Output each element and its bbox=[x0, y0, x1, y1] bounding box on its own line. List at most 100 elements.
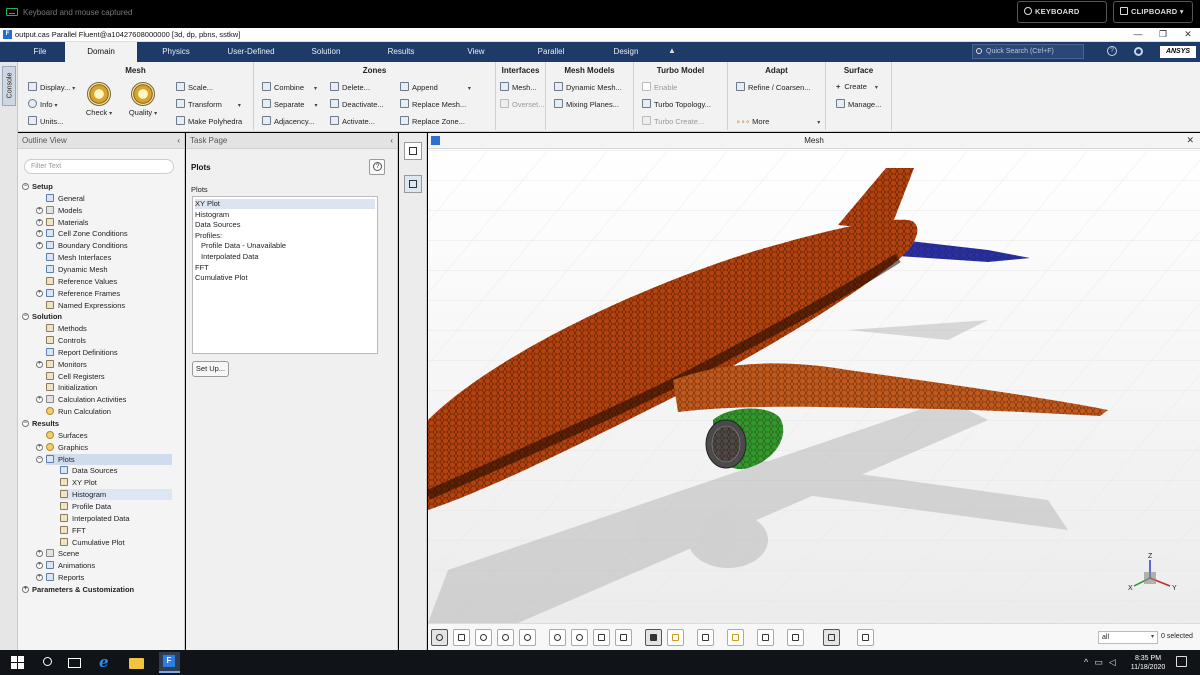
expand-icon[interactable]: + bbox=[36, 242, 43, 250]
adjacency-button[interactable]: Adjacency... bbox=[262, 116, 314, 126]
separate-button[interactable]: Separate ▾ bbox=[262, 99, 317, 109]
tab-user-defined[interactable]: User-Defined bbox=[214, 42, 288, 62]
outline-item[interactable]: + Parameters & Customization bbox=[22, 584, 134, 595]
outline-item[interactable]: + Monitors bbox=[36, 359, 87, 370]
plots-list-item[interactable]: Interpolated Data bbox=[195, 252, 259, 262]
collapse-icon[interactable]: − bbox=[22, 313, 29, 321]
outline-item[interactable]: + Reports bbox=[36, 572, 84, 583]
activate-zone-button[interactable]: Activate... bbox=[330, 116, 375, 126]
outline-item[interactable]: + Scene bbox=[36, 548, 79, 559]
camera-tool[interactable] bbox=[727, 629, 744, 646]
outline-item[interactable]: Cumulative Plot bbox=[60, 537, 125, 548]
probe-tool[interactable] bbox=[519, 629, 536, 646]
tab-results[interactable]: Results bbox=[365, 42, 437, 62]
expand-icon[interactable]: + bbox=[36, 230, 43, 238]
dynamic-mesh-button[interactable]: Dynamic Mesh... bbox=[554, 82, 622, 92]
zoom-out-tool[interactable] bbox=[571, 629, 588, 646]
taskbar-clock[interactable]: 8:35 PM 11/18/2020 bbox=[1126, 654, 1170, 672]
expand-icon[interactable]: + bbox=[36, 562, 43, 570]
outline-item[interactable]: FFT bbox=[60, 525, 86, 536]
collapse-ribbon-icon[interactable]: ▲ bbox=[668, 46, 676, 55]
expand-icon[interactable]: + bbox=[36, 443, 43, 451]
cube-view-tool[interactable] bbox=[757, 629, 774, 646]
outline-item[interactable]: Run Calculation bbox=[46, 406, 111, 417]
expand-icon[interactable]: + bbox=[36, 396, 43, 404]
outline-filter-input[interactable]: Filter Text bbox=[24, 159, 174, 174]
mesh-viewport[interactable]: Z Y X bbox=[428, 150, 1200, 623]
outline-item[interactable]: Mesh Interfaces bbox=[46, 252, 111, 263]
mesh-units-button[interactable]: Units... bbox=[28, 116, 63, 126]
rotate-tool[interactable] bbox=[431, 629, 448, 646]
view-properties-button[interactable] bbox=[404, 175, 422, 193]
expand-icon[interactable]: + bbox=[36, 360, 43, 368]
replace-mesh-button[interactable]: Replace Mesh... bbox=[400, 99, 466, 109]
outline-item[interactable]: General bbox=[46, 193, 85, 204]
help-icon[interactable]: ? bbox=[1107, 46, 1117, 56]
plot-tool[interactable] bbox=[823, 629, 840, 646]
outline-item[interactable]: Data Sources bbox=[60, 465, 117, 476]
task-view-icon[interactable] bbox=[68, 658, 81, 668]
tab-parallel[interactable]: Parallel bbox=[515, 42, 587, 62]
surface-filter-select[interactable]: all ▾ bbox=[1098, 631, 1158, 644]
maximize-button[interactable]: ❐ bbox=[1153, 29, 1173, 40]
plots-list-item[interactable]: FFT bbox=[195, 263, 209, 273]
plots-list-item[interactable]: Histogram bbox=[195, 210, 229, 220]
mixing-planes-button[interactable]: Mixing Planes... bbox=[554, 99, 619, 109]
outline-item[interactable]: − Plots bbox=[36, 453, 172, 465]
expand-icon[interactable]: + bbox=[22, 585, 29, 593]
file-explorer-icon[interactable] bbox=[129, 658, 144, 669]
keyboard-help-button[interactable]: KEYBOARD HELP bbox=[1017, 1, 1107, 36]
outline-item[interactable]: Dynamic Mesh bbox=[46, 264, 108, 275]
lighting-tool[interactable] bbox=[667, 629, 684, 646]
outline-item[interactable]: Methods bbox=[46, 323, 87, 334]
outline-item[interactable]: + Graphics bbox=[36, 442, 88, 453]
annotate-tool[interactable] bbox=[857, 629, 874, 646]
append-button[interactable]: Append ▾ bbox=[400, 82, 471, 92]
notification-icon[interactable] bbox=[1176, 656, 1187, 667]
window-layout-button[interactable] bbox=[404, 142, 422, 160]
collapse-panel-icon[interactable]: ‹ bbox=[177, 133, 180, 149]
outline-item[interactable]: + Boundary Conditions bbox=[36, 240, 128, 251]
expand-icon[interactable]: + bbox=[36, 574, 43, 582]
outline-item[interactable]: − Solution bbox=[22, 311, 62, 322]
outline-item[interactable]: − Setup bbox=[22, 181, 53, 192]
refine-coarsen-button[interactable]: Refine / Coarsen... bbox=[736, 82, 811, 92]
outline-item[interactable]: Reference Values bbox=[46, 276, 117, 287]
collapse-icon[interactable]: − bbox=[22, 420, 29, 427]
plots-list-item[interactable]: Profile Data - Unavailable bbox=[195, 241, 286, 251]
close-graphics-button[interactable]: ✕ bbox=[1186, 135, 1194, 146]
system-tray[interactable]: ^▭◁ bbox=[1084, 657, 1122, 668]
start-button[interactable] bbox=[10, 655, 25, 670]
outline-item[interactable]: + Cell Zone Conditions bbox=[36, 228, 128, 239]
overset-button[interactable]: Overset... bbox=[500, 99, 545, 109]
task-help-button[interactable]: ? bbox=[369, 159, 385, 175]
collapse-panel-icon[interactable]: ‹ bbox=[390, 133, 393, 149]
pan-tool[interactable] bbox=[453, 629, 470, 646]
plots-list-item[interactable]: Profiles: bbox=[195, 231, 222, 241]
surface-create-button[interactable]: + Create ▾ bbox=[836, 82, 878, 91]
outline-item[interactable]: + Models bbox=[36, 205, 82, 216]
close-window-button[interactable]: ✕ bbox=[1178, 29, 1198, 40]
outline-item[interactable]: + Materials bbox=[36, 217, 88, 228]
mesh-transform-button[interactable]: Transform ▾ bbox=[176, 99, 241, 109]
outline-item[interactable]: XY Plot bbox=[60, 477, 97, 488]
outline-item[interactable]: Cell Registers bbox=[46, 371, 105, 382]
view-menu-tool[interactable] bbox=[615, 629, 632, 646]
mesh-quality-button[interactable]: Quality ▾ bbox=[126, 82, 160, 117]
setup-button[interactable]: Set Up... bbox=[192, 361, 229, 377]
turbo-enable-checkbox[interactable]: Enable bbox=[642, 82, 677, 92]
console-tab[interactable]: Console bbox=[2, 66, 16, 106]
fit-to-window-tool[interactable] bbox=[549, 629, 566, 646]
mesh-scale-button[interactable]: Scale... bbox=[176, 82, 213, 92]
turbo-create-button[interactable]: Turbo Create... bbox=[642, 116, 704, 126]
expand-icon[interactable]: + bbox=[36, 550, 43, 558]
interfaces-mesh-button[interactable]: Mesh... bbox=[500, 82, 537, 92]
outline-item[interactable]: Histogram bbox=[60, 489, 172, 501]
tab-view[interactable]: View bbox=[440, 42, 512, 62]
tab-design[interactable]: Design bbox=[590, 42, 662, 62]
replace-zone-button[interactable]: Replace Zone... bbox=[400, 116, 465, 126]
plots-list-item[interactable]: XY Plot bbox=[195, 199, 375, 209]
plots-list-item[interactable]: Data Sources bbox=[195, 220, 240, 230]
zoom-to-area-tool[interactable] bbox=[497, 629, 514, 646]
expand-icon[interactable]: + bbox=[36, 206, 43, 214]
